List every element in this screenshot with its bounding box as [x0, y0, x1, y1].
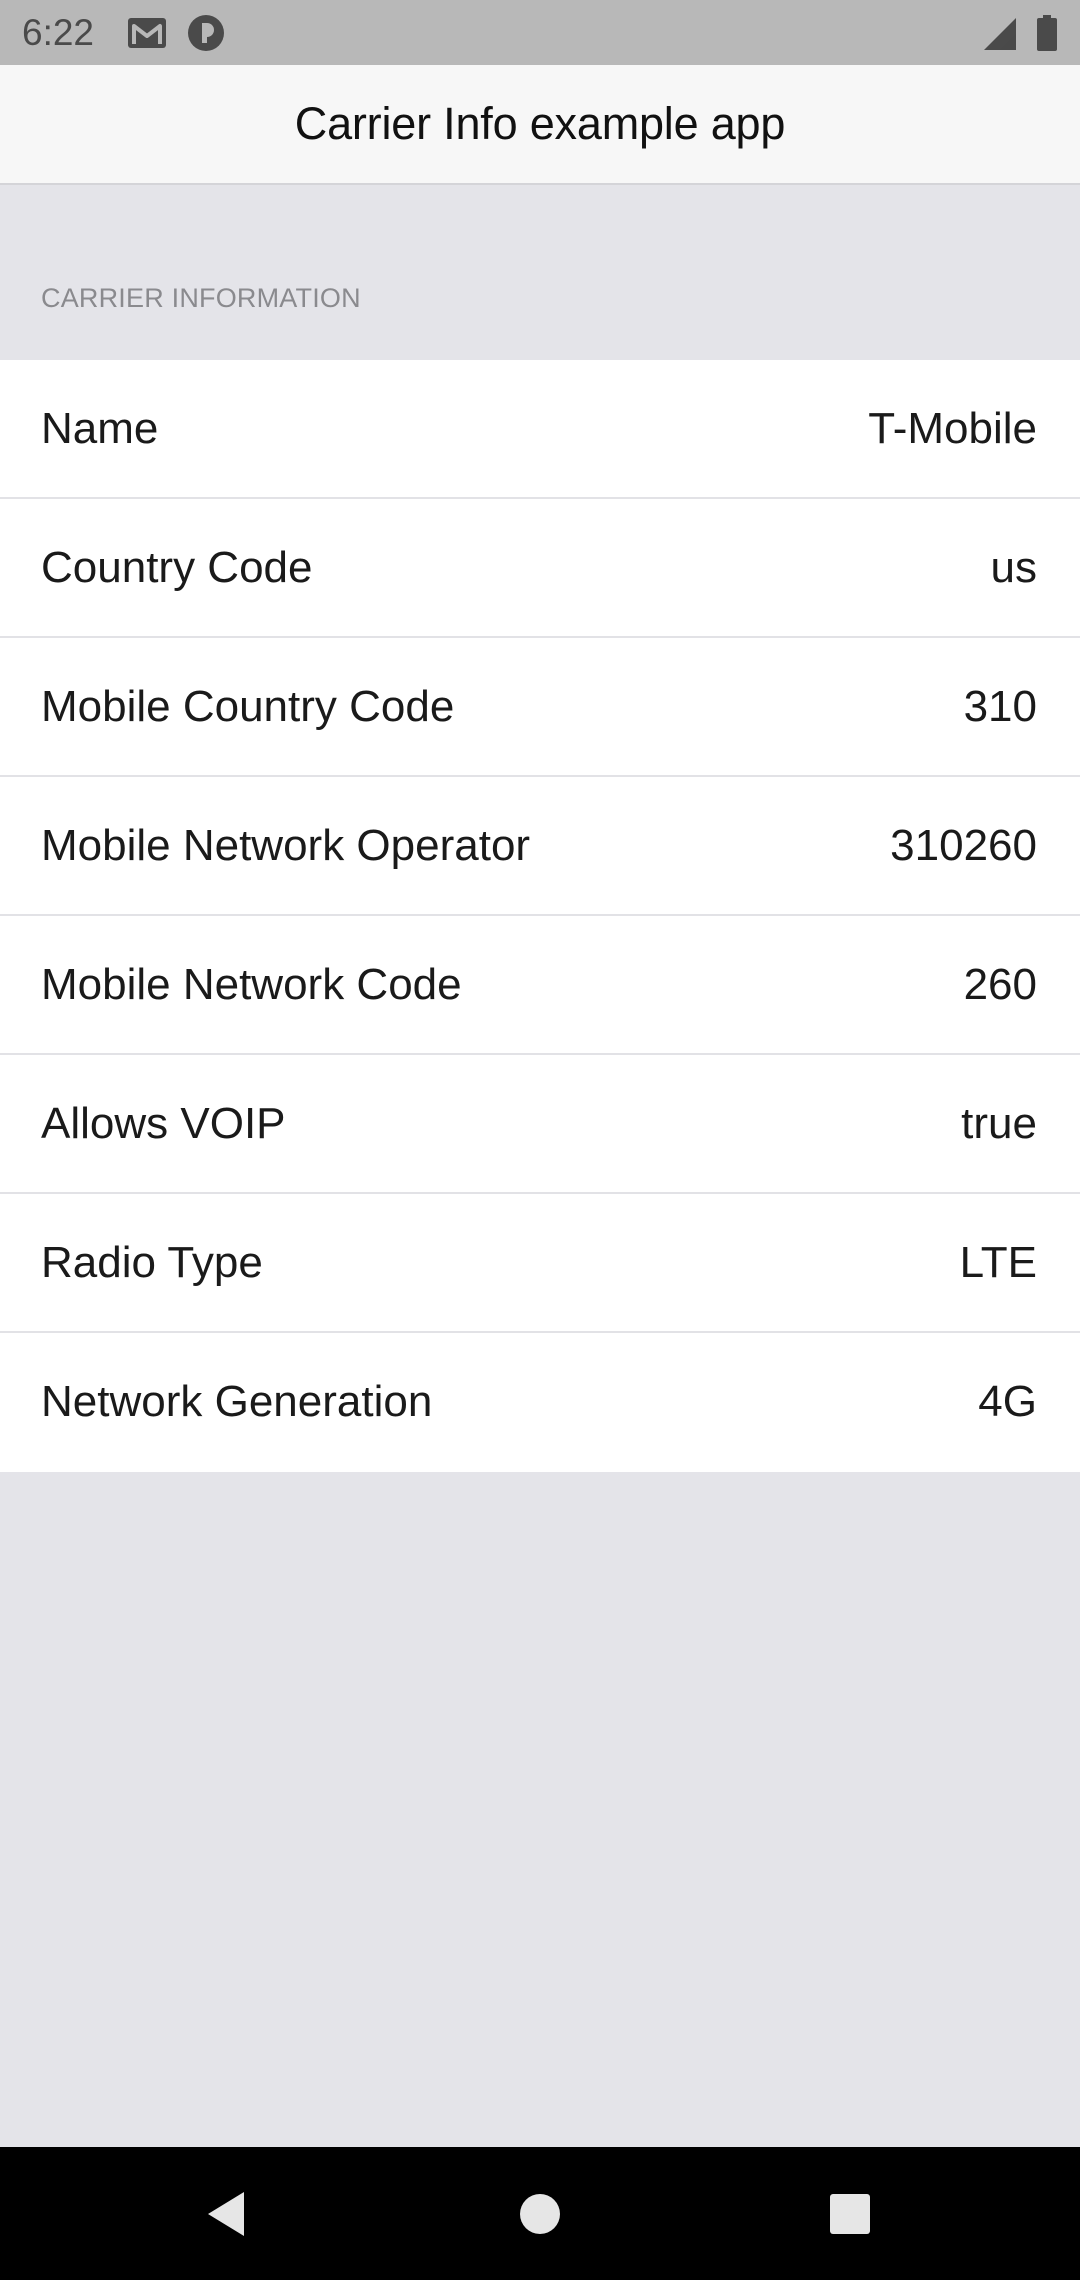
row-value: 4G — [978, 1377, 1037, 1426]
row-label: Allows VOIP — [41, 1099, 286, 1148]
row-value: 260 — [963, 960, 1037, 1009]
recents-icon — [830, 2193, 870, 2234]
page-title: Carrier Info example app — [294, 98, 786, 149]
row-value: LTE — [959, 1238, 1037, 1287]
info-row-network-generation: Network Generation 4G — [0, 1333, 1080, 1472]
notification-icon — [188, 15, 224, 51]
section-header: CARRIER INFORMATION — [41, 283, 361, 313]
row-label: Network Generation — [41, 1377, 433, 1426]
row-value: T-Mobile — [868, 404, 1037, 453]
row-label: Mobile Network Operator — [41, 821, 531, 870]
cell-signal-icon — [984, 18, 1016, 50]
row-value: 310260 — [890, 821, 1037, 870]
info-row-allows-voip: Allows VOIP true — [0, 1055, 1080, 1194]
home-button[interactable] — [470, 2147, 610, 2280]
info-row-name: Name T-Mobile — [0, 360, 1080, 499]
home-icon — [520, 2193, 560, 2234]
back-icon — [208, 2191, 244, 2236]
battery-icon — [1037, 15, 1057, 51]
row-label: Radio Type — [41, 1238, 263, 1287]
info-row-mobile-network-code: Mobile Network Code 260 — [0, 916, 1080, 1055]
row-label: Mobile Country Code — [41, 682, 455, 731]
app-header: Carrier Info example app — [0, 65, 1080, 185]
recents-button[interactable] — [780, 2147, 920, 2280]
info-row-mobile-country-code: Mobile Country Code 310 — [0, 638, 1080, 777]
row-value: true — [961, 1099, 1037, 1148]
row-label: Country Code — [41, 543, 313, 592]
row-value: us — [990, 543, 1037, 592]
status-time: 6:22 — [22, 12, 95, 53]
row-label: Mobile Network Code — [41, 960, 462, 1009]
navigation-bar — [0, 2147, 1080, 2280]
info-row-radio-type: Radio Type LTE — [0, 1194, 1080, 1333]
gmail-icon — [128, 18, 166, 48]
info-row-country-code: Country Code us — [0, 499, 1080, 638]
info-row-mobile-network-operator: Mobile Network Operator 310260 — [0, 777, 1080, 916]
row-label: Name — [41, 404, 159, 453]
status-bar: 6:22 — [0, 0, 1080, 65]
row-value: 310 — [963, 682, 1037, 731]
carrier-info-list: Name T-Mobile Country Code us Mobile Cou… — [0, 360, 1080, 1472]
back-button[interactable] — [156, 2147, 296, 2280]
